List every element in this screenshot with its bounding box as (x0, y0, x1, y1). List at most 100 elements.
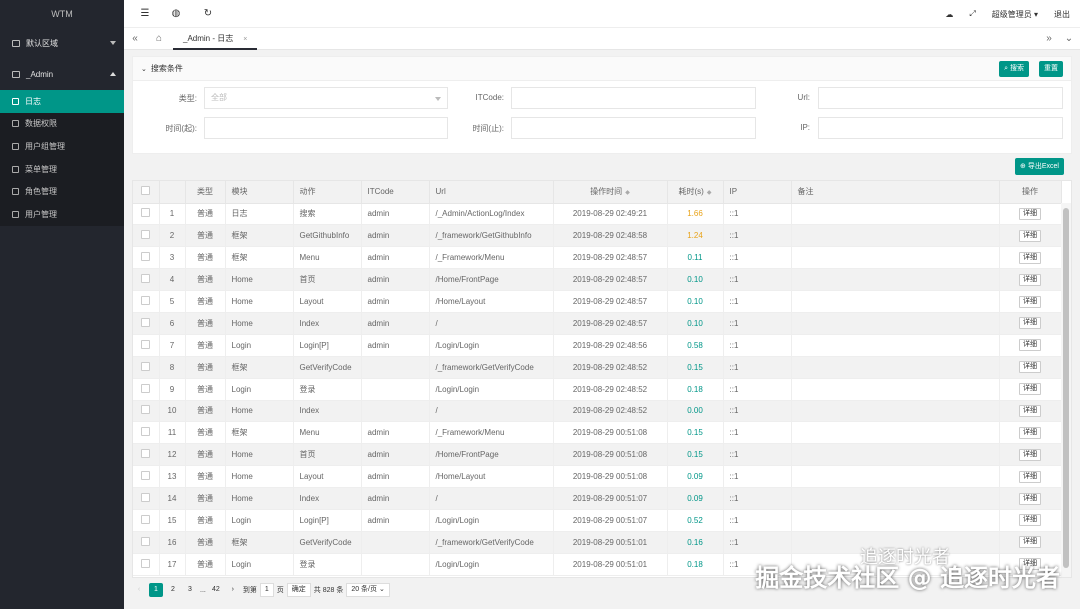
sidebar-item-data-privilege[interactable]: 数据权限 (0, 113, 124, 136)
column-header-time[interactable]: 操作时间 ◆ (553, 181, 668, 204)
tab-admin-log[interactable]: _Admin - 日志 × (173, 28, 258, 50)
detail-button[interactable]: 详细 (1019, 536, 1041, 549)
row-detail-button[interactable]: 详细 (999, 312, 1062, 335)
detail-button[interactable]: 详细 (1019, 207, 1041, 220)
page-size-select[interactable]: 20 条/页 ⌄ (346, 583, 390, 597)
export-excel-button[interactable]: ⊕ 导出Excel (1015, 158, 1064, 175)
itcode-input[interactable] (511, 87, 756, 109)
row-checkbox[interactable] (133, 334, 160, 357)
detail-button[interactable]: 详细 (1019, 470, 1041, 483)
row-checkbox[interactable] (133, 290, 160, 313)
sidebar-item-log[interactable]: 日志 (0, 90, 124, 113)
sort-icon[interactable]: ◆ (625, 189, 630, 196)
detail-button[interactable]: 详细 (1019, 383, 1041, 396)
cell-module: Home (225, 312, 294, 335)
search-button[interactable]: ⌕ 搜索 (999, 61, 1029, 77)
prev-page-button[interactable]: ‹ (132, 583, 146, 597)
sidebar-group-admin[interactable]: _Admin (0, 59, 124, 90)
sidebar-item-menu[interactable]: 菜单管理 (0, 158, 124, 181)
detail-button[interactable]: 详细 (1019, 514, 1041, 527)
home-icon[interactable]: ⌂ (152, 32, 166, 46)
detail-button[interactable]: 详细 (1019, 317, 1041, 330)
scroll-left-icon[interactable]: « (128, 32, 142, 46)
row-checkbox[interactable] (133, 356, 160, 379)
row-detail-button[interactable]: 详细 (999, 400, 1062, 423)
row-checkbox[interactable] (133, 400, 160, 423)
row-detail-button[interactable]: 详细 (999, 334, 1062, 357)
globe-icon[interactable]: ◍ (169, 7, 183, 21)
detail-button[interactable]: 详细 (1019, 273, 1041, 286)
chevron-down-icon[interactable]: ⌄ (1062, 32, 1076, 46)
column-header-duration[interactable]: 耗时(s) ◆ (667, 181, 724, 204)
page-2-button[interactable]: 2 (166, 583, 180, 597)
row-checkbox[interactable] (133, 509, 160, 532)
row-detail-button[interactable]: 详细 (999, 465, 1062, 489)
scrollbar-thumb[interactable] (1063, 208, 1069, 568)
row-checkbox[interactable] (133, 312, 160, 335)
row-detail-button[interactable]: 详细 (999, 290, 1062, 313)
row-detail-button[interactable]: 详细 (999, 356, 1062, 379)
refresh-icon[interactable]: ↻ (201, 7, 215, 21)
detail-button[interactable]: 详细 (1019, 361, 1041, 374)
row-detail-button[interactable]: 详细 (999, 509, 1062, 532)
goto-confirm-button[interactable]: 确定 (286, 583, 311, 597)
row-detail-button[interactable]: 详细 (999, 421, 1062, 445)
scroll-right-icon[interactable]: » (1042, 32, 1056, 46)
page-last-button[interactable]: 42 (209, 583, 223, 597)
sidebar-item-role[interactable]: 角色管理 (0, 180, 124, 203)
page-1-button[interactable]: 1 (149, 583, 163, 597)
sidebar-item-user-group[interactable]: 用户组管理 (0, 135, 124, 158)
next-page-button[interactable]: › (226, 583, 240, 597)
row-checkbox[interactable] (133, 224, 160, 248)
detail-button[interactable]: 详细 (1019, 404, 1041, 417)
row-detail-button[interactable]: 详细 (999, 224, 1062, 248)
row-checkbox[interactable] (133, 487, 160, 510)
row-checkbox[interactable] (133, 246, 160, 270)
row-checkbox[interactable] (133, 465, 160, 489)
row-checkbox[interactable] (133, 421, 160, 445)
cell-ip: ::1 (723, 290, 792, 313)
type-select[interactable]: 全部 (204, 87, 448, 109)
detail-button[interactable]: 详细 (1019, 492, 1041, 505)
detail-button[interactable]: 详细 (1019, 448, 1041, 461)
row-detail-button[interactable]: 详细 (999, 487, 1062, 510)
sort-icon[interactable]: ◆ (707, 189, 712, 196)
search-header[interactable]: ⌄ 搜索条件 ⌕ 搜索 重置 (133, 57, 1071, 81)
close-icon[interactable]: × (243, 36, 247, 43)
row-checkbox[interactable] (133, 553, 160, 576)
select-all-checkbox[interactable] (133, 181, 160, 204)
reset-button[interactable]: 重置 (1039, 61, 1063, 77)
cell-action: Index (293, 487, 362, 510)
end-time-input[interactable] (511, 117, 756, 139)
detail-button[interactable]: 详细 (1019, 251, 1041, 264)
row-detail-button[interactable]: 详细 (999, 268, 1062, 292)
theme-icon[interactable]: ☁ (945, 10, 953, 19)
user-menu[interactable]: 超级管理员 ▾ (992, 9, 1038, 20)
row-detail-button[interactable]: 详细 (999, 203, 1062, 226)
detail-button[interactable]: 详细 (1019, 426, 1041, 439)
detail-button[interactable]: 详细 (1019, 229, 1041, 242)
row-checkbox[interactable] (133, 203, 160, 226)
vertical-scrollbar[interactable] (1061, 203, 1071, 577)
row-detail-button[interactable]: 详细 (999, 443, 1062, 467)
row-detail-button[interactable]: 详细 (999, 246, 1062, 270)
detail-button[interactable]: 详细 (1019, 295, 1041, 308)
row-detail-button[interactable]: 详细 (999, 378, 1062, 401)
row-checkbox[interactable] (133, 531, 160, 554)
row-detail-button[interactable]: 详细 (999, 531, 1062, 554)
row-checkbox[interactable] (133, 378, 160, 401)
page-3-button[interactable]: 3 (183, 583, 197, 597)
row-index: 6 (159, 312, 186, 335)
url-input[interactable] (818, 87, 1063, 109)
fullscreen-icon[interactable]: ⤢ (969, 9, 975, 19)
menu-toggle-icon[interactable]: ☰ (138, 7, 152, 21)
row-checkbox[interactable] (133, 443, 160, 467)
sidebar-item-user[interactable]: 用户管理 (0, 203, 124, 226)
row-checkbox[interactable] (133, 268, 160, 292)
ip-input[interactable] (818, 117, 1063, 139)
start-time-input[interactable] (204, 117, 448, 139)
sidebar-group-default[interactable]: 默认区域 (0, 28, 124, 59)
logout-link[interactable]: 退出 (1054, 9, 1070, 20)
detail-button[interactable]: 详细 (1019, 339, 1041, 352)
goto-page-input[interactable]: 1 (259, 583, 274, 597)
